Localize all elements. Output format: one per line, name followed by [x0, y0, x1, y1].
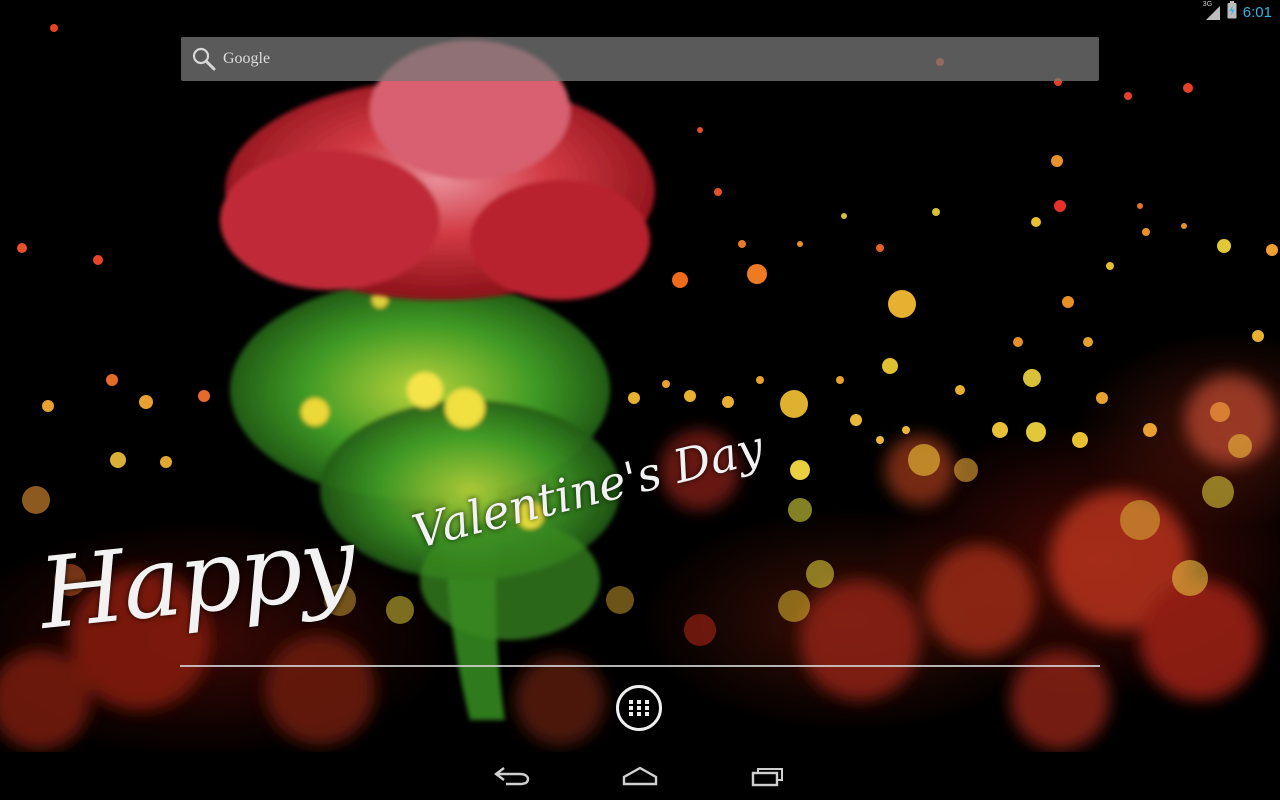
status-time: 6:01	[1242, 3, 1272, 21]
signal-icon: 3G	[1202, 1, 1221, 21]
recent-apps-button[interactable]	[744, 762, 792, 790]
google-search-bar[interactable]: Google	[181, 37, 1099, 81]
battery-charging-icon	[1227, 1, 1237, 23]
search-label: Google	[223, 50, 271, 67]
recent-apps-icon	[751, 768, 783, 787]
app-grid-icon	[629, 700, 649, 716]
search-icon	[192, 47, 216, 71]
wallpaper-art	[0, 24, 1278, 750]
back-button[interactable]	[488, 762, 536, 790]
dock-divider	[180, 665, 1100, 667]
home-button[interactable]	[616, 762, 664, 790]
live-wallpaper: Happy Valentine's Day	[0, 0, 1280, 752]
all-apps-button[interactable]	[616, 685, 662, 731]
navigation-bar	[0, 752, 1280, 800]
back-icon	[494, 767, 530, 786]
status-bar: 3G 6:01	[0, 0, 1280, 24]
network-type-label: 3G	[1202, 1, 1213, 8]
home-icon	[622, 766, 658, 786]
